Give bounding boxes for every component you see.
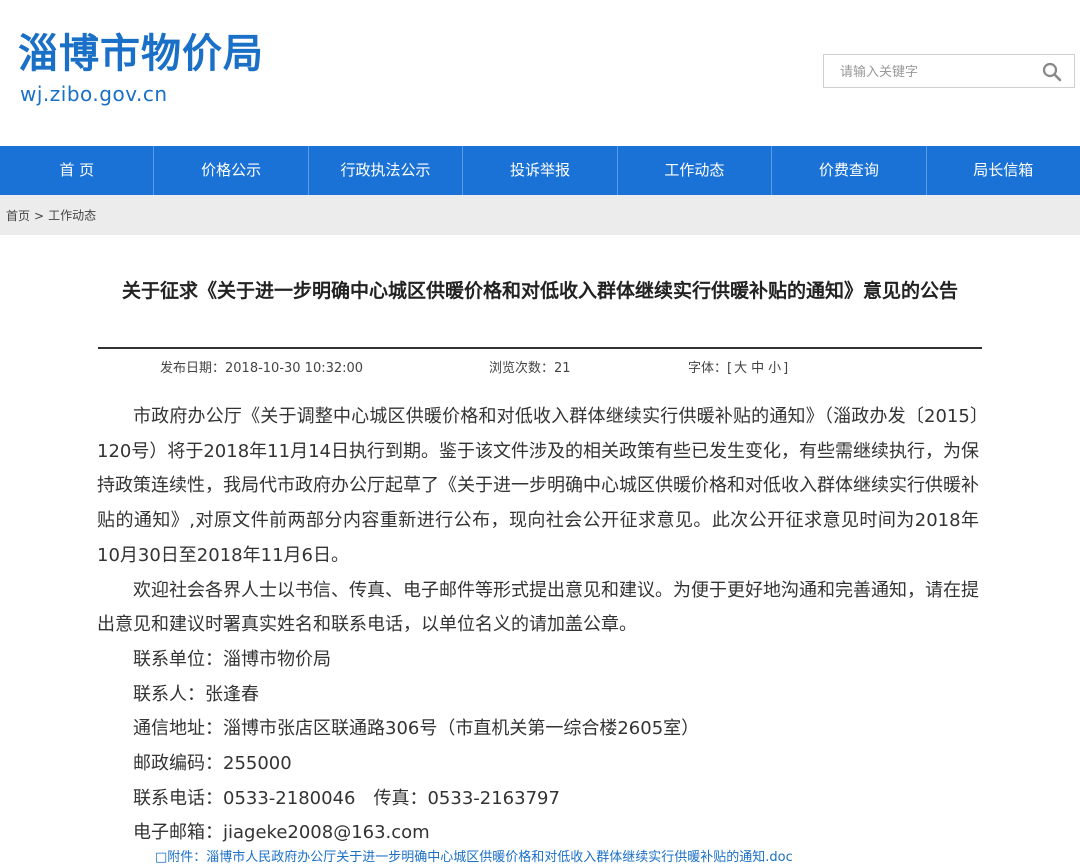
contact-unit: 联系单位：淄博市物价局 xyxy=(133,648,331,670)
nav-item-law-enforcement[interactable]: 行政执法公示 xyxy=(309,146,464,195)
view-count: 浏览次数：21 xyxy=(489,361,571,376)
site-logo-title[interactable]: 淄博市物价局 xyxy=(18,30,264,78)
title-divider xyxy=(98,347,982,349)
nav-item-work-news[interactable]: 工作动态 xyxy=(618,146,773,195)
article-paragraph: 欢迎社会各界人士以书信、传真、电子邮件等形式提出意见和建议。为便于更好地沟通和完… xyxy=(97,579,979,636)
site-header: 淄博市物价局 wj.zibo.gov.cn xyxy=(0,0,1080,146)
font-size-close-bracket: ] xyxy=(783,361,789,376)
breadcrumb: 首页 > 工作动态 xyxy=(0,195,1080,235)
font-size-switcher: 字体：[大中小] xyxy=(688,360,788,378)
main-nav: 首 页 价格公示 行政执法公示 投诉举报 工作动态 价费查询 局长信箱 xyxy=(0,146,1080,195)
attachment-label[interactable]: □附件：淄博市人民政府办公厅关于进一步明确中心城区供暖价格和对低收入群体继续实行… xyxy=(155,850,793,865)
contact-postcode: 邮政编码：255000 xyxy=(133,753,292,775)
font-size-label: 字体：[ xyxy=(688,361,733,376)
article-body: 市政府办公厅《关于调整中心城区供暖价格和对低收入群体继续实行供暖补贴的通知》（淄… xyxy=(97,400,979,851)
breadcrumb-home[interactable]: 首页 xyxy=(6,209,30,223)
breadcrumb-current[interactable]: 工作动态 xyxy=(48,209,96,223)
search-icon[interactable] xyxy=(1042,62,1062,82)
font-size-small-button[interactable]: 小 xyxy=(768,361,781,376)
attachment-link[interactable]: □附件：淄博市人民政府办公厅关于进一步明确中心城区供暖价格和对低收入群体继续实行… xyxy=(155,850,793,866)
search-box xyxy=(823,54,1075,88)
nav-item-director-mailbox[interactable]: 局长信箱 xyxy=(927,146,1080,195)
search-input[interactable] xyxy=(838,61,1032,83)
breadcrumb-separator: > xyxy=(34,208,45,223)
nav-item-complaints[interactable]: 投诉举报 xyxy=(463,146,618,195)
contact-person: 联系人：张逢春 xyxy=(133,683,259,705)
contact-address: 通信地址：淄博市张店区联通路306号（市直机关第一综合楼2605室） xyxy=(133,718,700,740)
nav-item-home[interactable]: 首 页 xyxy=(0,146,155,195)
nav-item-price-disclosure[interactable]: 价格公示 xyxy=(154,146,309,195)
font-size-medium-button[interactable]: 中 xyxy=(751,361,764,376)
font-size-large-button[interactable]: 大 xyxy=(734,361,747,376)
contact-email: 电子邮箱：jiageke2008@163.com xyxy=(133,822,430,844)
article-paragraph: 市政府办公厅《关于调整中心城区供暖价格和对低收入群体继续实行供暖补贴的通知》（淄… xyxy=(97,406,979,566)
contact-phone: 联系电话：0533-2180046 传真：0533-2163797 xyxy=(133,787,560,809)
nav-item-price-query[interactable]: 价费查询 xyxy=(772,146,927,195)
article-title: 关于征求《关于进一步明确中心城区供暖价格和对低收入群体继续实行供暖补贴的通知》意… xyxy=(121,280,958,302)
publish-date: 发布日期：2018-10-30 10:32:00 xyxy=(160,361,364,376)
site-domain: wj.zibo.gov.cn xyxy=(20,82,168,106)
